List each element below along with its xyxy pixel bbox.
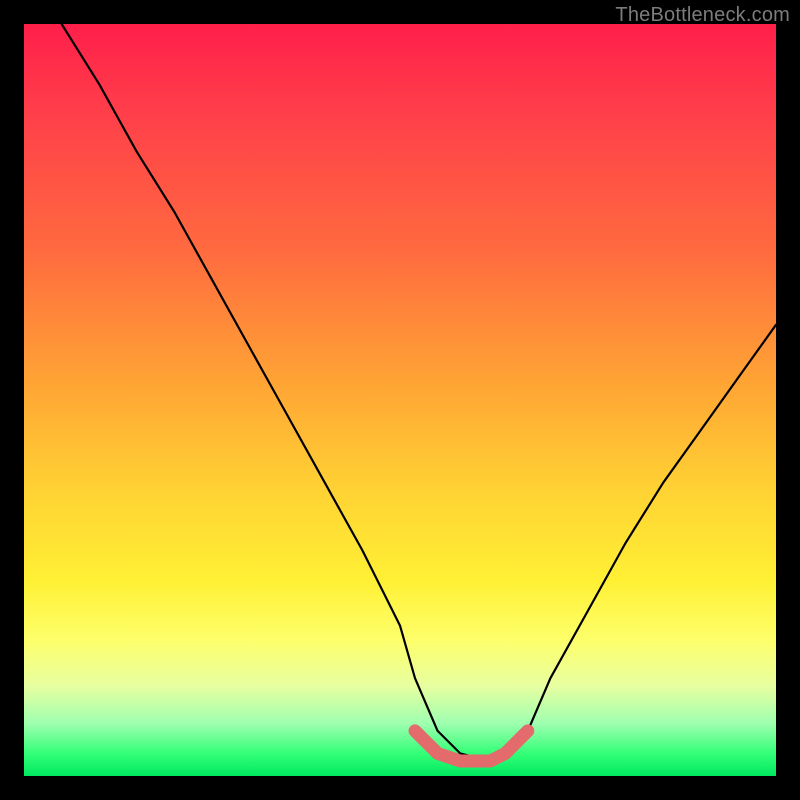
valley-highlight <box>415 731 528 761</box>
plot-area <box>24 24 776 776</box>
watermark-text: TheBottleneck.com <box>615 4 790 27</box>
curve-line <box>62 24 776 761</box>
chart-frame: TheBottleneck.com <box>0 0 800 800</box>
chart-overlay <box>24 24 776 776</box>
